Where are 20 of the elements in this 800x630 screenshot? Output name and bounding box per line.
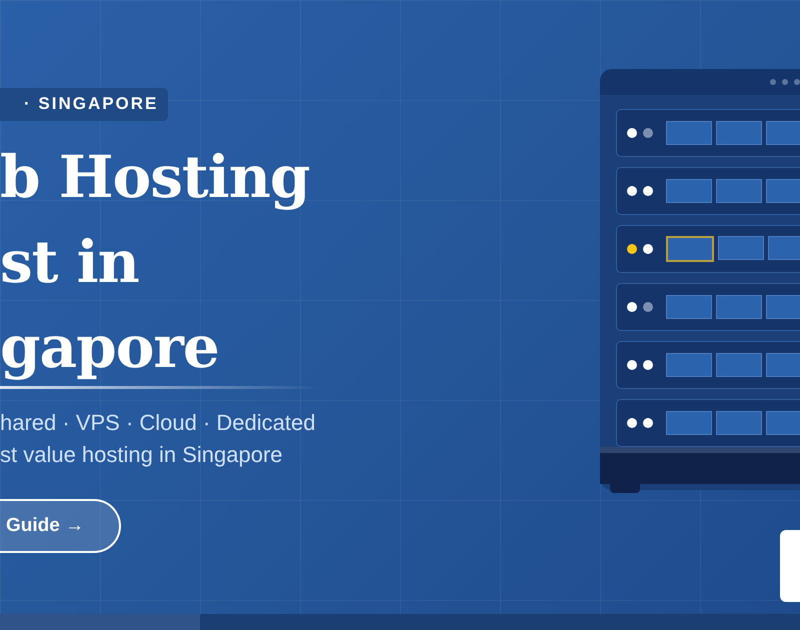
hero-title-line: gapore (0, 312, 220, 383)
drive-bay (766, 410, 800, 435)
drive-bay (716, 120, 762, 145)
drive-bay (716, 352, 762, 377)
drive-bay (716, 294, 762, 319)
hero-title-line: b Hosting (0, 142, 310, 213)
drive-bay (766, 120, 800, 145)
guide-button[interactable]: Guide → (0, 499, 121, 553)
card-edge (780, 530, 800, 602)
drive-bay (766, 294, 800, 319)
drive-bay (718, 236, 764, 260)
drive-bay (716, 410, 762, 435)
drive-bay (716, 178, 762, 203)
hero-subtitle-line: hared · VPS · Cloud · Dedicated (0, 409, 316, 437)
drive-bay (766, 178, 800, 203)
drive-bay (766, 352, 800, 377)
location-badge: · SINGAPORE (0, 88, 168, 121)
hero-title-line: st in (0, 227, 140, 298)
drive-bay (768, 236, 800, 260)
hero-subtitle-line: st value hosting in Singapore (0, 441, 284, 469)
